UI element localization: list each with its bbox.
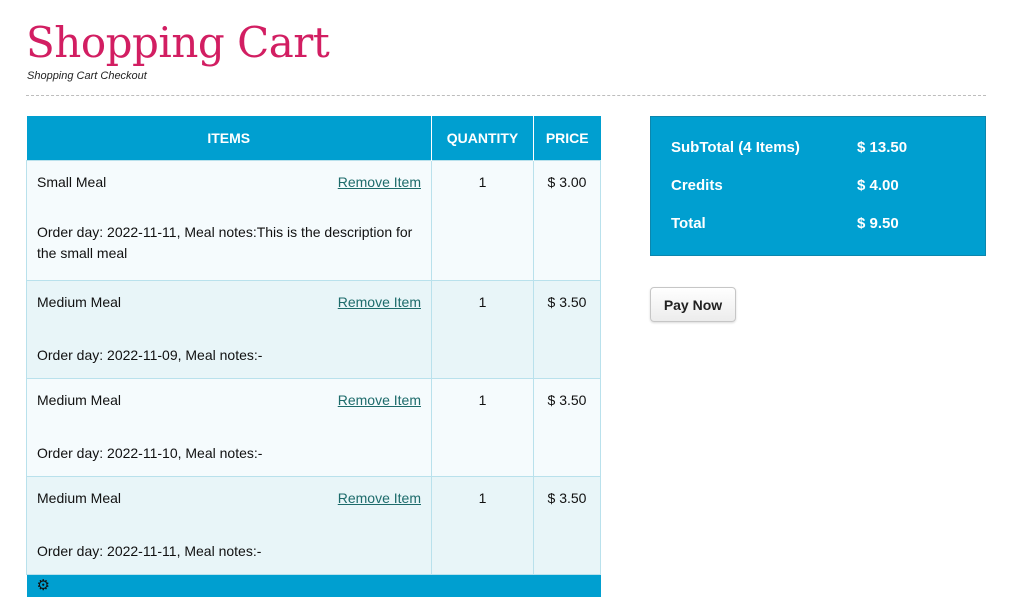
item-notes: Order day: 2022-11-09, Meal notes:-: [37, 346, 263, 363]
item-quantity: 1: [431, 475, 534, 575]
order-summary: SubTotal (4 Items) $ 13.50 Credits $ 4.0…: [650, 116, 986, 256]
table-row: Medium Meal Remove Item Order day: 2022-…: [26, 377, 601, 477]
column-header-quantity: QUANTITY: [431, 116, 534, 160]
table-row: Small Meal Remove Item Order day: 2022-1…: [26, 159, 601, 281]
gear-icon[interactable]: ⚙: [37, 575, 50, 597]
item-price: $ 3.50: [533, 475, 601, 575]
column-header-price: PRICE: [533, 116, 601, 160]
cart-footer: ⚙: [26, 574, 601, 597]
page-title: Shopping Cart: [26, 18, 330, 67]
item-cell: Medium Meal Remove Item Order day: 2022-…: [26, 475, 432, 575]
cart-table: ITEMS QUANTITY PRICE Small Meal Remove I…: [26, 116, 601, 597]
item-quantity: 1: [431, 377, 534, 477]
total-row: Total $ 9.50: [651, 215, 985, 253]
subtotal-label: SubTotal (4 Items): [671, 139, 800, 156]
item-cell: Medium Meal Remove Item Order day: 2022-…: [26, 377, 432, 477]
credits-row: Credits $ 4.00: [651, 177, 985, 215]
credits-value: $ 4.00: [857, 177, 899, 194]
remove-item-link[interactable]: Remove Item: [338, 174, 421, 190]
remove-item-link[interactable]: Remove Item: [338, 392, 421, 408]
cart-footer-row: ⚙: [26, 574, 601, 597]
page-subtitle: Shopping Cart Checkout: [27, 70, 147, 82]
shopping-cart-page: Shopping Cart Shopping Cart Checkout ITE…: [0, 0, 1010, 607]
item-price: $ 3.50: [533, 279, 601, 379]
item-notes: Order day: 2022-11-11, Meal notes:-: [37, 542, 262, 559]
item-notes: Order day: 2022-11-11, Meal notes:This i…: [37, 223, 413, 261]
pay-now-button[interactable]: Pay Now: [650, 287, 736, 322]
total-label: Total: [671, 215, 706, 232]
item-name: Medium Meal: [37, 489, 122, 506]
column-header-items: ITEMS: [26, 116, 432, 160]
item-name: Medium Meal: [37, 391, 122, 408]
item-cell: Medium Meal Remove Item Order day: 2022-…: [26, 279, 432, 379]
subtotal-row: SubTotal (4 Items) $ 13.50: [651, 139, 985, 177]
total-value: $ 9.50: [857, 215, 899, 232]
table-row: Medium Meal Remove Item Order day: 2022-…: [26, 475, 601, 575]
table-row: Medium Meal Remove Item Order day: 2022-…: [26, 279, 601, 379]
item-name: Small Meal: [37, 173, 107, 190]
item-name: Medium Meal: [37, 293, 122, 310]
credits-label: Credits: [671, 177, 723, 194]
remove-item-link[interactable]: Remove Item: [338, 490, 421, 506]
item-price: $ 3.50: [533, 377, 601, 477]
item-cell: Small Meal Remove Item Order day: 2022-1…: [26, 159, 432, 281]
subtotal-value: $ 13.50: [857, 139, 908, 156]
item-quantity: 1: [431, 279, 534, 379]
cart-header-row: ITEMS QUANTITY PRICE: [26, 116, 601, 160]
item-price: $ 3.00: [533, 159, 601, 281]
item-quantity: 1: [431, 159, 534, 281]
header-divider: [26, 95, 986, 96]
remove-item-link[interactable]: Remove Item: [338, 294, 421, 310]
item-notes: Order day: 2022-11-10, Meal notes:-: [37, 444, 263, 461]
